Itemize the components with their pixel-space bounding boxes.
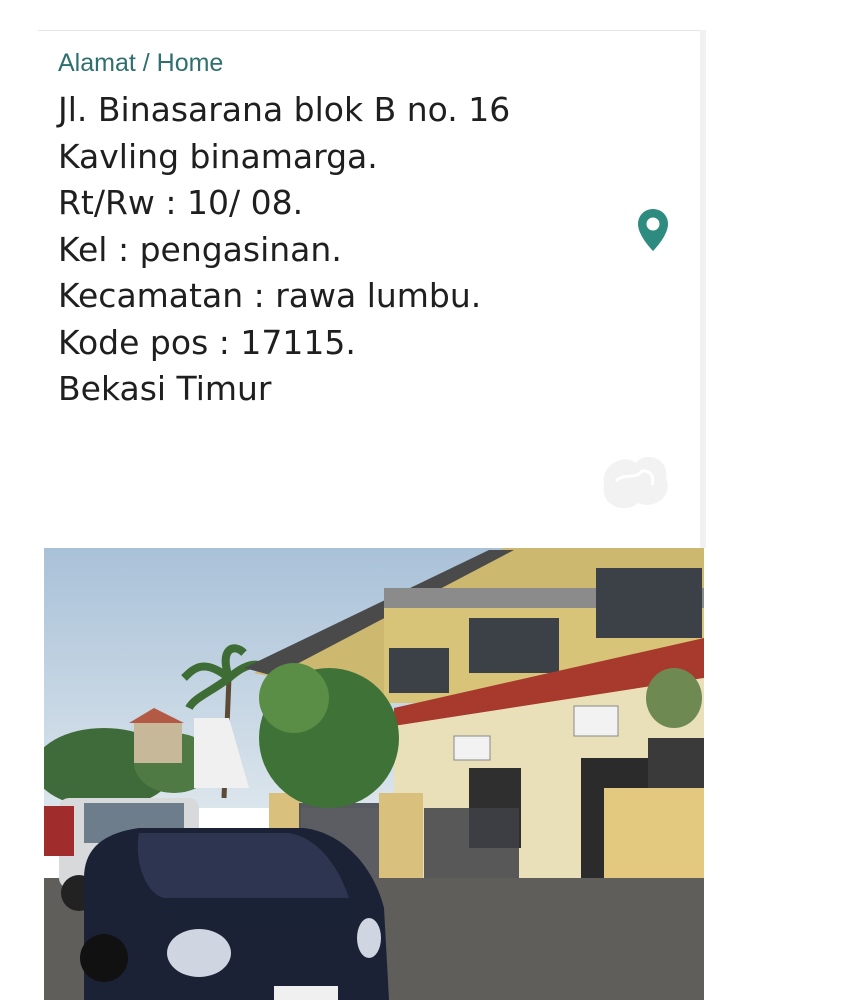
property-photo[interactable] [44,548,704,1000]
address-line: Rt/Rw : 10/ 08. [58,183,304,222]
address-line: Bekasi Timur [58,369,272,408]
address-line: Kavling binamarga. [58,136,378,176]
card-edge-shadow [700,30,706,548]
address-line: Kel : pengasinan. [58,229,342,269]
address-section-label: Alamat / Home [58,49,224,77]
address-text: Jl. Binasarana blok B no. 16 Kavling bin… [58,87,510,413]
address-line: Jl. Binasarana blok B no. 16 [58,90,511,129]
address-card: Alamat / Home Jl. Binasarana blok B no. … [38,30,702,548]
address-line: Kecamatan : rawa lumbu. [58,276,482,315]
map-pin-icon[interactable] [636,207,670,253]
address-line: Kode pos : 17115. [58,322,356,362]
watermark-logo [594,445,678,521]
